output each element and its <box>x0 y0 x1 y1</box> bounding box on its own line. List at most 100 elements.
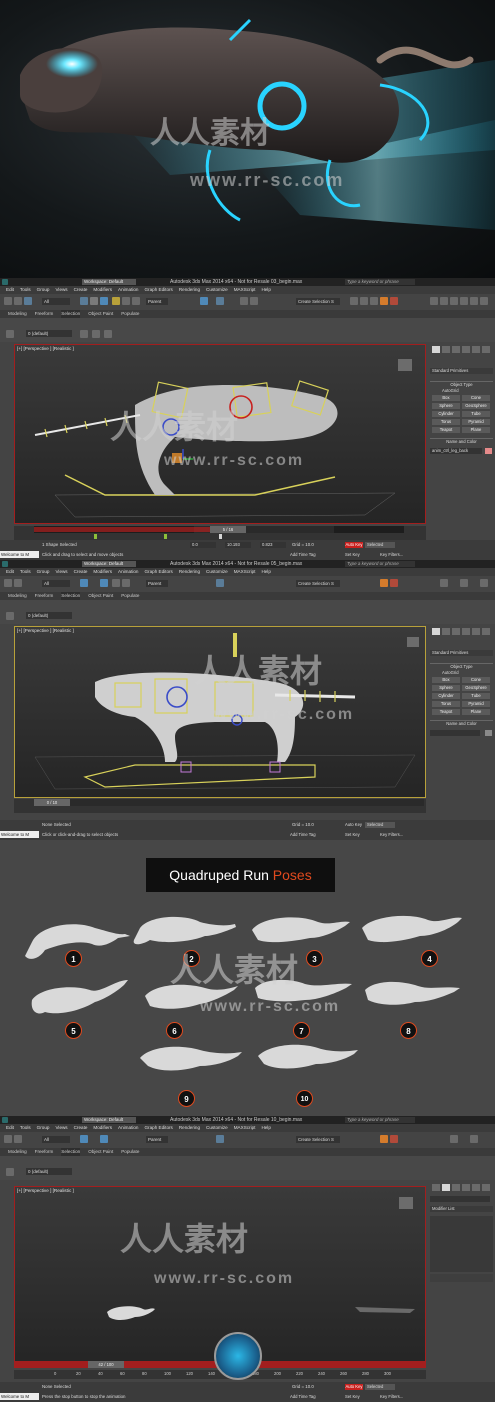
time-slider-thumb[interactable]: 42 / 100 <box>88 1361 124 1368</box>
box-button[interactable]: Box <box>432 395 460 401</box>
set-key-button[interactable]: Set Key <box>345 1394 360 1399</box>
object-type-header[interactable]: Object Type <box>430 381 493 387</box>
snap-icon[interactable] <box>200 297 208 305</box>
menu-create[interactable]: Create <box>74 1124 88 1132</box>
menu-views[interactable]: Views <box>55 1124 67 1132</box>
layer-icon[interactable] <box>6 612 14 620</box>
menu-maxscript[interactable]: MAXScript <box>234 286 256 294</box>
menu-rendering[interactable]: Rendering <box>179 286 200 294</box>
menu-help[interactable]: Help <box>261 1124 270 1132</box>
tool-icon[interactable] <box>460 297 468 305</box>
menu-edit[interactable]: Edit <box>6 1124 14 1132</box>
modify-tab-icon[interactable] <box>442 1184 450 1191</box>
tool-icon[interactable] <box>480 297 488 305</box>
menu-animation[interactable]: Animation <box>118 1124 138 1132</box>
select-icon[interactable] <box>80 297 88 305</box>
tab-modeling[interactable]: Modeling <box>8 1148 27 1156</box>
menu-rendering[interactable]: Rendering <box>179 1124 200 1132</box>
auto-key-button[interactable]: Auto Key <box>345 1384 363 1390</box>
plane-button[interactable]: Plane <box>462 709 490 715</box>
layer-dropdown[interactable]: 0 (default) <box>26 1168 72 1175</box>
menu-group[interactable]: Group <box>37 1124 50 1132</box>
key-filters-button[interactable]: Key Filters... <box>380 552 403 557</box>
name-color-header[interactable]: Name and Color <box>430 720 493 726</box>
motion-tab-icon[interactable] <box>462 628 470 635</box>
tube-button[interactable]: Tube <box>462 411 490 417</box>
object-type-header[interactable]: Object Type <box>430 663 493 669</box>
menu-tools[interactable]: Tools <box>20 1124 31 1132</box>
menu-customize[interactable]: Customize <box>206 1124 228 1132</box>
cone-button[interactable]: Cone <box>462 395 490 401</box>
redo-icon[interactable] <box>14 579 22 587</box>
undo-icon[interactable] <box>4 579 12 587</box>
menu-rendering[interactable]: Rendering <box>179 568 200 576</box>
maxscript-listener[interactable]: Welcome to M <box>0 551 39 558</box>
torus-button[interactable]: Torus <box>432 701 460 707</box>
link-icon[interactable] <box>24 297 32 305</box>
motion-tab-icon[interactable] <box>462 1184 470 1191</box>
align-icon[interactable] <box>250 297 258 305</box>
track-bar[interactable] <box>14 806 426 813</box>
mirror-icon[interactable] <box>240 297 248 305</box>
layer-add-icon[interactable] <box>92 330 100 338</box>
menu-group[interactable]: Group <box>37 568 50 576</box>
tab-selection[interactable]: Selection <box>61 310 81 318</box>
menu-help[interactable]: Help <box>261 568 270 576</box>
key-filters-button[interactable]: Key Filters... <box>380 1394 403 1399</box>
add-time-tag[interactable]: Add Time Tag <box>290 1394 316 1399</box>
menu-help[interactable]: Help <box>261 286 270 294</box>
modify-tab-icon[interactable] <box>442 346 450 353</box>
select-by-name-icon[interactable] <box>90 297 98 305</box>
scale-icon[interactable] <box>132 297 140 305</box>
selection-filter[interactable]: All <box>42 1136 70 1143</box>
move-icon[interactable] <box>112 579 120 587</box>
menu-edit[interactable]: Edit <box>6 286 14 294</box>
track-bar[interactable] <box>14 533 426 540</box>
undo-icon[interactable] <box>4 297 12 305</box>
display-tab-icon[interactable] <box>472 628 480 635</box>
maxscript-listener[interactable]: Welcome to M <box>0 1393 39 1400</box>
ref-coord-dropdown[interactable]: Parent <box>146 298 168 305</box>
create-tab-icon[interactable] <box>432 1184 440 1191</box>
rect-select-icon[interactable] <box>100 1135 108 1143</box>
tool-icon[interactable] <box>450 1135 458 1143</box>
menu-graph-editors[interactable]: Graph Editors <box>144 1124 172 1132</box>
object-name-field[interactable] <box>430 1196 490 1202</box>
tool-icon[interactable] <box>470 1135 478 1143</box>
layer-icon[interactable] <box>6 1168 14 1176</box>
torus-button[interactable]: Torus <box>432 419 460 425</box>
motion-tab-icon[interactable] <box>462 346 470 353</box>
hierarchy-tab-icon[interactable] <box>452 1184 460 1191</box>
menu-views[interactable]: Views <box>55 568 67 576</box>
undo-icon[interactable] <box>4 1135 12 1143</box>
object-color-swatch[interactable] <box>485 730 492 736</box>
category-dropdown[interactable]: Standard Primitives <box>430 650 493 656</box>
category-dropdown[interactable]: Standard Primitives <box>430 368 493 374</box>
search-input[interactable]: Type a keyword or phrase <box>345 279 415 285</box>
tab-object-paint[interactable]: Object Paint <box>88 310 113 318</box>
auto-key-button[interactable]: Auto Key <box>345 822 362 827</box>
menu-create[interactable]: Create <box>74 568 88 576</box>
tool-icon[interactable] <box>470 297 478 305</box>
time-slider[interactable]: 0 / 10 <box>14 799 426 806</box>
menu-modifiers[interactable]: Modifiers <box>93 286 112 294</box>
tab-freeform[interactable]: Freeform <box>35 310 54 318</box>
rect-select-icon[interactable] <box>100 297 108 305</box>
schematic-icon[interactable] <box>360 297 368 305</box>
menu-graph-editors[interactable]: Graph Editors <box>144 286 172 294</box>
sphere-button[interactable]: Sphere <box>432 403 460 409</box>
search-input[interactable]: Type a keyword or phrase <box>345 1117 415 1123</box>
menu-modifiers[interactable]: Modifiers <box>93 1124 112 1132</box>
key-filters-button[interactable]: Key Filters... <box>380 832 403 837</box>
curve-editor-icon[interactable] <box>350 297 358 305</box>
search-input[interactable]: Type a keyword or phrase <box>345 561 415 567</box>
ref-coord-dropdown[interactable]: Parent <box>146 580 168 587</box>
render-icon[interactable] <box>390 1135 398 1143</box>
tab-freeform[interactable]: Freeform <box>35 592 54 600</box>
tool-icon[interactable] <box>430 297 438 305</box>
modify-tab-icon[interactable] <box>442 628 450 635</box>
x-field[interactable]: 0.0 <box>190 542 216 548</box>
render-icon[interactable] <box>390 579 398 587</box>
y-field[interactable]: 10.193 <box>225 542 251 548</box>
rotate-icon[interactable] <box>122 297 130 305</box>
